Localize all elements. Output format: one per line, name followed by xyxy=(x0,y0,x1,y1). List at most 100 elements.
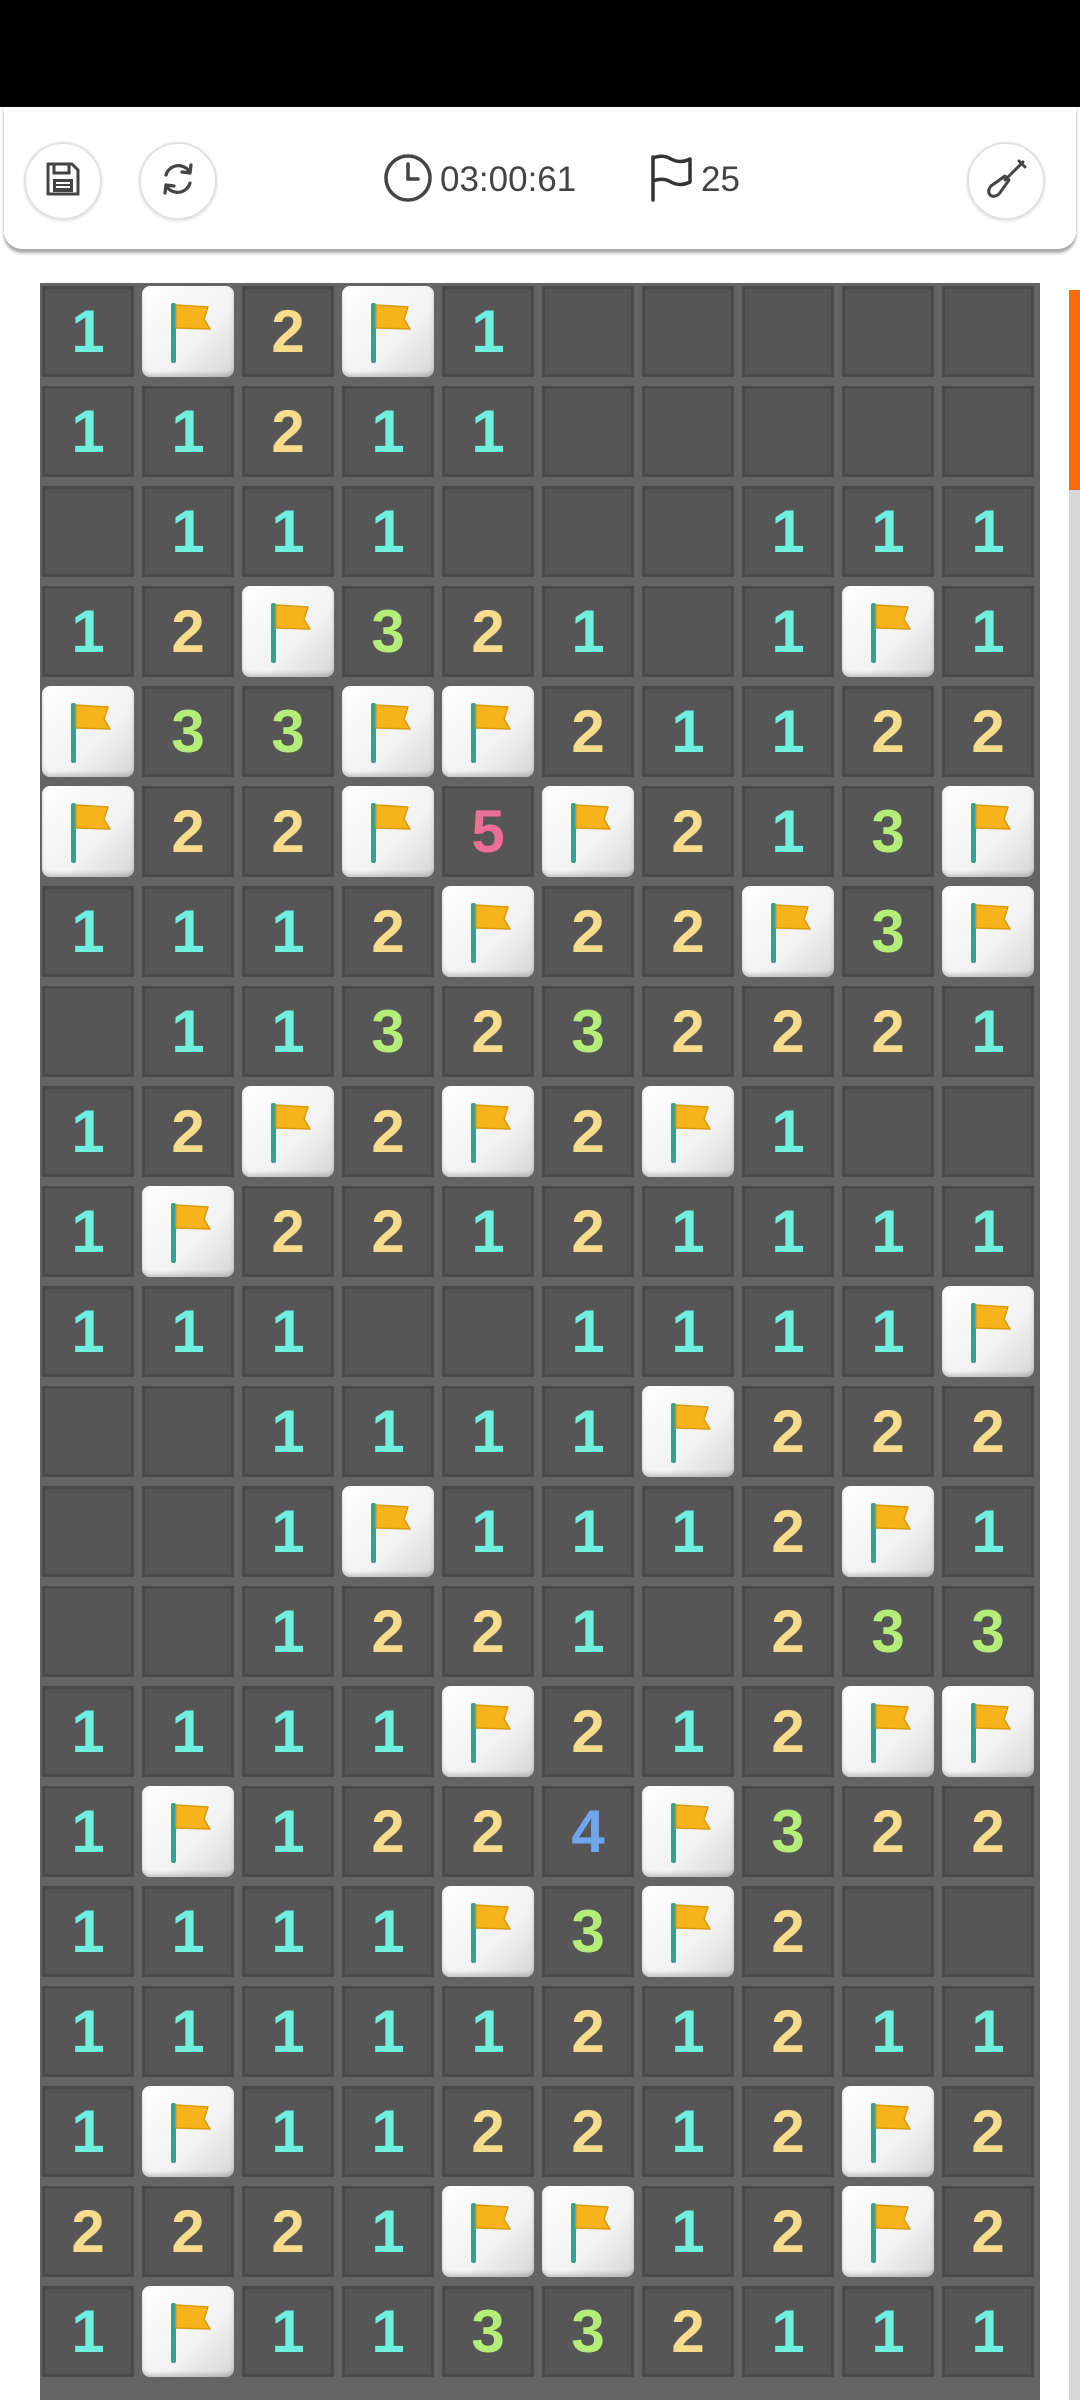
flagged-cell[interactable] xyxy=(642,1386,734,1477)
number-cell[interactable]: 1 xyxy=(742,786,834,877)
number-cell[interactable]: 1 xyxy=(742,1086,834,1177)
number-cell[interactable]: 2 xyxy=(742,2086,834,2177)
number-cell[interactable]: 1 xyxy=(542,1286,634,1377)
number-cell[interactable]: 1 xyxy=(142,986,234,1077)
number-cell[interactable]: 2 xyxy=(642,2286,734,2377)
empty-cell[interactable] xyxy=(142,1386,234,1477)
number-cell[interactable]: 2 xyxy=(242,2186,334,2277)
empty-cell[interactable] xyxy=(942,286,1034,377)
flagged-cell[interactable] xyxy=(542,2186,634,2277)
number-cell[interactable]: 1 xyxy=(242,1986,334,2077)
number-cell[interactable]: 1 xyxy=(742,1286,834,1377)
number-cell[interactable]: 2 xyxy=(542,886,634,977)
number-cell[interactable]: 1 xyxy=(942,586,1034,677)
empty-cell[interactable] xyxy=(642,586,734,677)
flagged-cell[interactable] xyxy=(942,786,1034,877)
number-cell[interactable]: 5 xyxy=(442,786,534,877)
number-cell[interactable]: 2 xyxy=(942,1386,1034,1477)
empty-cell[interactable] xyxy=(442,1286,534,1377)
number-cell[interactable]: 1 xyxy=(142,1986,234,2077)
flagged-cell[interactable] xyxy=(442,2186,534,2277)
number-cell[interactable]: 2 xyxy=(942,1786,1034,1877)
number-cell[interactable]: 1 xyxy=(242,1286,334,1377)
flagged-cell[interactable] xyxy=(442,1686,534,1777)
empty-cell[interactable] xyxy=(642,286,734,377)
flagged-cell[interactable] xyxy=(642,1786,734,1877)
number-cell[interactable]: 3 xyxy=(842,786,934,877)
number-cell[interactable]: 1 xyxy=(242,1886,334,1977)
number-cell[interactable]: 1 xyxy=(242,1686,334,1777)
number-cell[interactable]: 1 xyxy=(42,586,134,677)
empty-cell[interactable] xyxy=(42,1386,134,1477)
number-cell[interactable]: 1 xyxy=(642,1186,734,1277)
number-cell[interactable]: 2 xyxy=(242,386,334,477)
number-cell[interactable]: 1 xyxy=(842,486,934,577)
number-cell[interactable]: 3 xyxy=(742,1786,834,1877)
flagged-cell[interactable] xyxy=(942,886,1034,977)
number-cell[interactable]: 2 xyxy=(342,1186,434,1277)
number-cell[interactable]: 1 xyxy=(842,1186,934,1277)
number-cell[interactable]: 2 xyxy=(742,1986,834,2077)
number-cell[interactable]: 1 xyxy=(442,386,534,477)
number-cell[interactable]: 1 xyxy=(42,1686,134,1777)
number-cell[interactable]: 1 xyxy=(742,2286,834,2377)
number-cell[interactable]: 1 xyxy=(242,2086,334,2177)
number-cell[interactable]: 2 xyxy=(842,1386,934,1477)
number-cell[interactable]: 1 xyxy=(242,1586,334,1677)
flagged-cell[interactable] xyxy=(342,286,434,377)
flagged-cell[interactable] xyxy=(242,1086,334,1177)
number-cell[interactable]: 1 xyxy=(642,2186,734,2277)
number-cell[interactable]: 1 xyxy=(242,1786,334,1877)
number-cell[interactable]: 2 xyxy=(442,1786,534,1877)
number-cell[interactable]: 1 xyxy=(342,1686,434,1777)
number-cell[interactable]: 1 xyxy=(42,1986,134,2077)
number-cell[interactable]: 2 xyxy=(542,1186,634,1277)
number-cell[interactable]: 1 xyxy=(542,586,634,677)
number-cell[interactable]: 1 xyxy=(942,1486,1034,1577)
empty-cell[interactable] xyxy=(542,386,634,477)
number-cell[interactable]: 3 xyxy=(342,586,434,677)
number-cell[interactable]: 2 xyxy=(142,586,234,677)
number-cell[interactable]: 2 xyxy=(42,2186,134,2277)
number-cell[interactable]: 1 xyxy=(42,1886,134,1977)
number-cell[interactable]: 3 xyxy=(942,1586,1034,1677)
number-cell[interactable]: 2 xyxy=(542,1086,634,1177)
number-cell[interactable]: 1 xyxy=(742,586,834,677)
number-cell[interactable]: 2 xyxy=(542,686,634,777)
number-cell[interactable]: 1 xyxy=(42,286,134,377)
flagged-cell[interactable] xyxy=(342,786,434,877)
number-cell[interactable]: 1 xyxy=(42,1186,134,1277)
number-cell[interactable]: 2 xyxy=(842,986,934,1077)
number-cell[interactable]: 1 xyxy=(142,1286,234,1377)
number-cell[interactable]: 3 xyxy=(242,686,334,777)
number-cell[interactable]: 2 xyxy=(342,1786,434,1877)
number-cell[interactable]: 1 xyxy=(242,1386,334,1477)
number-cell[interactable]: 1 xyxy=(942,986,1034,1077)
number-cell[interactable]: 2 xyxy=(942,686,1034,777)
number-cell[interactable]: 1 xyxy=(342,2186,434,2277)
number-cell[interactable]: 2 xyxy=(742,1886,834,1977)
number-cell[interactable]: 1 xyxy=(342,2286,434,2377)
flagged-cell[interactable] xyxy=(42,786,134,877)
empty-cell[interactable] xyxy=(742,286,834,377)
number-cell[interactable]: 2 xyxy=(742,2186,834,2277)
flagged-cell[interactable] xyxy=(42,686,134,777)
flagged-cell[interactable] xyxy=(442,1086,534,1177)
number-cell[interactable]: 1 xyxy=(42,2086,134,2177)
number-cell[interactable]: 2 xyxy=(142,2186,234,2277)
number-cell[interactable]: 1 xyxy=(642,2086,734,2177)
number-cell[interactable]: 1 xyxy=(442,286,534,377)
number-cell[interactable]: 2 xyxy=(942,2186,1034,2277)
number-cell[interactable]: 2 xyxy=(142,786,234,877)
number-cell[interactable]: 1 xyxy=(242,986,334,1077)
number-cell[interactable]: 1 xyxy=(342,386,434,477)
number-cell[interactable]: 1 xyxy=(142,1686,234,1777)
scrollbar-thumb[interactable] xyxy=(1069,290,1080,490)
number-cell[interactable]: 3 xyxy=(342,986,434,1077)
number-cell[interactable]: 3 xyxy=(842,886,934,977)
flagged-cell[interactable] xyxy=(942,1686,1034,1777)
empty-cell[interactable] xyxy=(542,486,634,577)
number-cell[interactable]: 3 xyxy=(542,1886,634,1977)
empty-cell[interactable] xyxy=(442,486,534,577)
number-cell[interactable]: 1 xyxy=(742,486,834,577)
